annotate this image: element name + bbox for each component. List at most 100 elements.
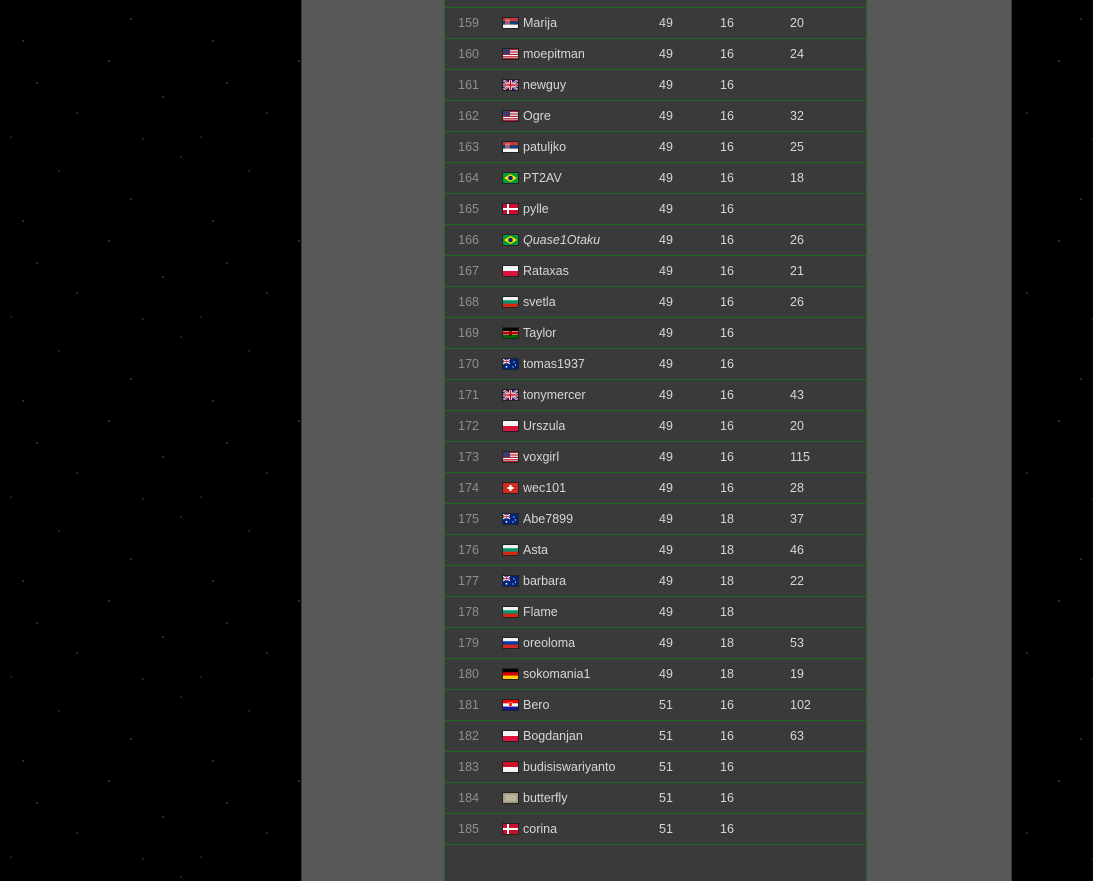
column-1-value: 51 — [659, 729, 673, 743]
player-name-link[interactable]: Bero — [523, 698, 549, 712]
column-3-value: 46 — [790, 543, 804, 557]
rank-cell: 179 — [458, 636, 479, 650]
player-name-link[interactable]: PT2AV — [523, 171, 562, 185]
column-2-value: 16 — [720, 233, 734, 247]
player-name-link[interactable]: barbara — [523, 574, 566, 588]
player-name-link[interactable]: Asta — [523, 543, 548, 557]
column-3-value: 43 — [790, 388, 804, 402]
column-1-value: 49 — [659, 481, 673, 495]
player-name-link[interactable]: patuljko — [523, 140, 566, 154]
column-3-value: 21 — [790, 264, 804, 278]
table-row: 173 voxgirl 49 16 115 — [445, 442, 866, 473]
bulgaria-flag-icon — [503, 297, 518, 307]
poland-flag-icon — [503, 266, 518, 276]
column-3-value: 28 — [790, 481, 804, 495]
player-name-link[interactable]: Bogdanjan — [523, 729, 583, 743]
column-1-value: 49 — [659, 450, 673, 464]
player-name-link[interactable]: tonymercer — [523, 388, 586, 402]
column-2-value: 16 — [720, 326, 734, 340]
column-1-value: 49 — [659, 388, 673, 402]
rank-cell: 166 — [458, 233, 479, 247]
column-1-value: 51 — [659, 760, 673, 774]
australia-flag-icon — [503, 576, 518, 586]
player-name-link[interactable]: tomas1937 — [523, 357, 585, 371]
player-name-link[interactable]: Urszula — [523, 419, 565, 433]
table-row: 174 wec101 49 16 28 — [445, 473, 866, 504]
player-name-link[interactable]: svetla — [523, 295, 556, 309]
column-2-value: 16 — [720, 295, 734, 309]
column-3-value: 19 — [790, 667, 804, 681]
table-row: 183 budisiswariyanto 51 16 — [445, 752, 866, 783]
column-1-value: 49 — [659, 295, 673, 309]
player-name-link[interactable]: moepitman — [523, 47, 585, 61]
player-name-link[interactable]: Taylor — [523, 326, 556, 340]
column-1-value: 49 — [659, 78, 673, 92]
unknown-flag-icon — [503, 793, 518, 803]
column-3-value: 24 — [790, 47, 804, 61]
column-1-value: 49 — [659, 357, 673, 371]
table-row: 168 svetla 49 16 26 — [445, 287, 866, 318]
player-name-link[interactable]: pylle — [523, 202, 549, 216]
player-name-link[interactable]: Flame — [523, 605, 558, 619]
player-name-link[interactable]: voxgirl — [523, 450, 559, 464]
column-2-value: 18 — [720, 543, 734, 557]
column-3-value: 26 — [790, 295, 804, 309]
column-3-value: 20 — [790, 419, 804, 433]
column-1-value: 49 — [659, 171, 673, 185]
rank-cell: 176 — [458, 543, 479, 557]
column-1-value: 49 — [659, 605, 673, 619]
player-name-link[interactable]: sokomania1 — [523, 667, 590, 681]
table-row: 177 barbara 49 18 22 — [445, 566, 866, 597]
column-1-value: 49 — [659, 47, 673, 61]
player-name-link[interactable]: Ogre — [523, 109, 551, 123]
player-name-link[interactable]: Quase1Otaku — [523, 233, 600, 247]
rank-cell: 174 — [458, 481, 479, 495]
rank-cell: 163 — [458, 140, 479, 154]
page: { "rows": [ {"rank":"158","flag":"poland… — [0, 0, 1093, 881]
column-2-value: 16 — [720, 698, 734, 712]
rank-cell: 180 — [458, 667, 479, 681]
column-1-value: 49 — [659, 574, 673, 588]
player-name-link[interactable]: newguy — [523, 78, 566, 92]
column-3-value: 37 — [790, 512, 804, 526]
table-row: 163 patuljko 49 16 25 — [445, 132, 866, 163]
column-3-value: 53 — [790, 636, 804, 650]
column-2-value: 16 — [720, 481, 734, 495]
column-3-value: 18 — [790, 171, 804, 185]
player-name-link[interactable]: Abe7899 — [523, 512, 573, 526]
column-2-value: 18 — [720, 512, 734, 526]
player-name-link[interactable]: budisiswariyanto — [523, 760, 615, 774]
serbia-flag-icon — [503, 18, 518, 28]
table-row: 170 tomas1937 49 16 — [445, 349, 866, 380]
rank-cell: 185 — [458, 822, 479, 836]
uk-flag-icon — [503, 390, 518, 400]
germany-flag-icon — [503, 669, 518, 679]
column-2-value: 16 — [720, 78, 734, 92]
column-1-value: 49 — [659, 16, 673, 30]
column-1-value: 49 — [659, 636, 673, 650]
column-2-value: 16 — [720, 760, 734, 774]
rank-cell: 171 — [458, 388, 479, 402]
column-1-value: 49 — [659, 667, 673, 681]
player-name-link[interactable]: Marija — [523, 16, 557, 30]
column-2-value: 18 — [720, 667, 734, 681]
rank-cell: 184 — [458, 791, 479, 805]
table-row: 171 tonymercer 49 16 43 — [445, 380, 866, 411]
table-row: 162 Ogre 49 16 32 — [445, 101, 866, 132]
table-row: 161 newguy 49 16 — [445, 70, 866, 101]
rank-cell: 169 — [458, 326, 479, 340]
player-name-link[interactable]: Rataxas — [523, 264, 569, 278]
brazil-flag-icon — [503, 173, 518, 183]
player-name-link[interactable]: oreoloma — [523, 636, 575, 650]
player-name-link[interactable]: corina — [523, 822, 557, 836]
table-row: 176 Asta 49 18 46 — [445, 535, 866, 566]
table-row: 184 butterfly 51 16 — [445, 783, 866, 814]
column-2-value: 16 — [720, 419, 734, 433]
column-2-value: 18 — [720, 574, 734, 588]
rank-cell: 161 — [458, 78, 479, 92]
uk-flag-icon — [503, 80, 518, 90]
player-name-link[interactable]: butterfly — [523, 791, 567, 805]
player-name-link[interactable]: wec101 — [523, 481, 566, 495]
denmark-flag-icon — [503, 824, 518, 834]
bulgaria-flag-icon — [503, 607, 518, 617]
